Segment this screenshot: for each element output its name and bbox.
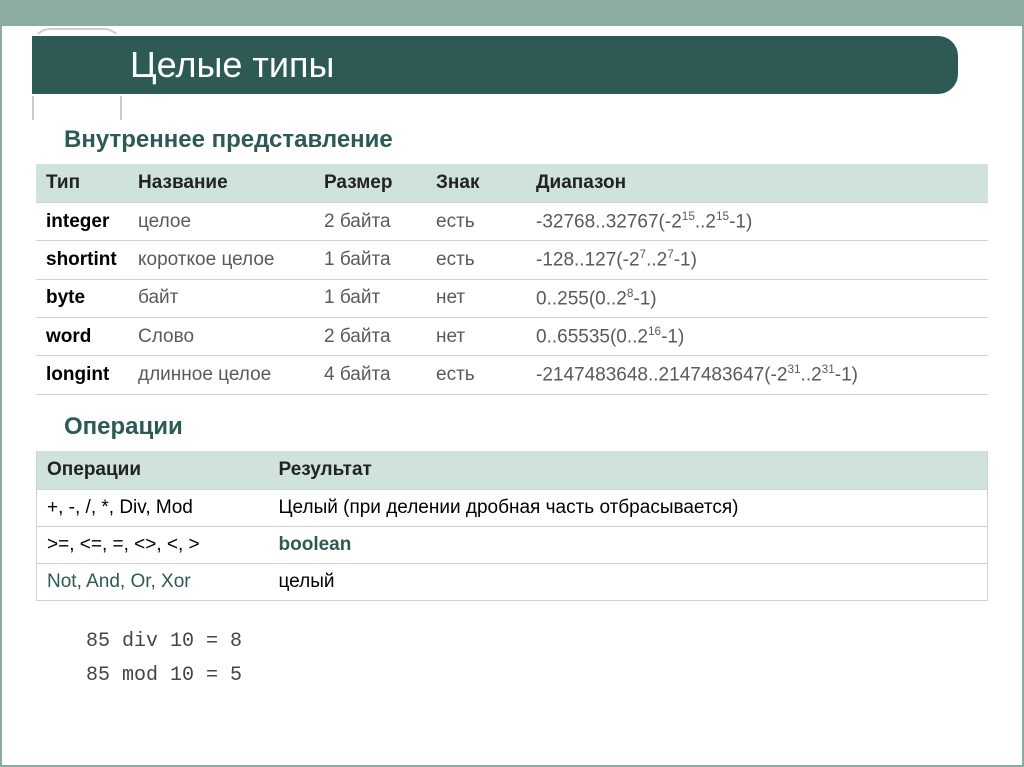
table-row: >=, <=, =, <>, <, >boolean [37,526,988,563]
cell-size: 4 байта [314,356,426,394]
table-row: wordСлово2 байтанет0..65535(0..216-1) [36,317,988,355]
cell-range: 0..255(0..28-1) [526,279,988,317]
cell-name: байт [128,279,314,317]
cell-op: >=, <=, =, <>, <, > [37,526,269,563]
cell-range: -32768..32767(-215..215-1) [526,203,988,241]
cell-result: boolean [269,526,988,563]
page-title: Целые типы [32,44,334,86]
cell-sign: нет [426,279,526,317]
cell-result: Целый (при делении дробная часть отбрасы… [269,489,988,526]
cell-range: -128..127(-27..27-1) [526,241,988,279]
cell-type: longint [36,356,128,394]
cell-name: длинное целое [128,356,314,394]
cell-type: word [36,317,128,355]
th-size: Размер [314,164,426,203]
cell-type: integer [36,203,128,241]
th-operations: Операции [37,451,269,490]
cell-range: 0..65535(0..216-1) [526,317,988,355]
th-type: Тип [36,164,128,203]
th-result: Результат [269,451,988,490]
example-block: 85 div 10 = 8 85 mod 10 = 5 [86,625,988,693]
cell-name: короткое целое [128,241,314,279]
cell-op: +, -, /, *, Div, Mod [37,489,269,526]
table-row: Not, And, Or, Xorцелый [37,563,988,600]
example-line: 85 div 10 = 8 [86,625,988,659]
cell-sign: есть [426,356,526,394]
cell-sign: есть [426,203,526,241]
cell-sign: есть [426,241,526,279]
section-title-operations: Операции [64,413,988,441]
table-row: longintдлинное целое4 байтаесть-21474836… [36,356,988,394]
cell-op: Not, And, Or, Xor [37,563,269,600]
cell-result: целый [269,563,988,600]
table-row: integerцелое2 байтаесть-32768..32767(-21… [36,203,988,241]
cell-sign: нет [426,317,526,355]
table-row: shortintкороткое целое1 байтаесть-128..1… [36,241,988,279]
title-block: Целые типы [30,34,960,96]
cell-size: 2 байта [314,203,426,241]
table-header-row: Тип Название Размер Знак Диапазон [36,164,988,203]
top-accent-bar [0,0,1024,26]
types-table: Тип Название Размер Знак Диапазон intege… [36,164,988,395]
example-line: 85 mod 10 = 5 [86,659,988,693]
cell-type: shortint [36,241,128,279]
table-row: +, -, /, *, Div, ModЦелый (при делении д… [37,489,988,526]
th-name: Название [128,164,314,203]
content-area: Внутреннее представление Тип Название Ра… [0,96,1024,693]
operations-table: Операции Результат +, -, /, *, Div, ModЦ… [36,451,988,601]
cell-name: целое [128,203,314,241]
cell-name: Слово [128,317,314,355]
section-title-representation: Внутреннее представление [64,126,988,154]
cell-size: 2 байта [314,317,426,355]
th-range: Диапазон [526,164,988,203]
table-header-row: Операции Результат [37,451,988,490]
cell-type: byte [36,279,128,317]
cell-size: 1 байт [314,279,426,317]
cell-range: -2147483648..2147483647(-231..231-1) [526,356,988,394]
table-row: byteбайт1 байтнет0..255(0..28-1) [36,279,988,317]
cell-size: 1 байта [314,241,426,279]
th-sign: Знак [426,164,526,203]
